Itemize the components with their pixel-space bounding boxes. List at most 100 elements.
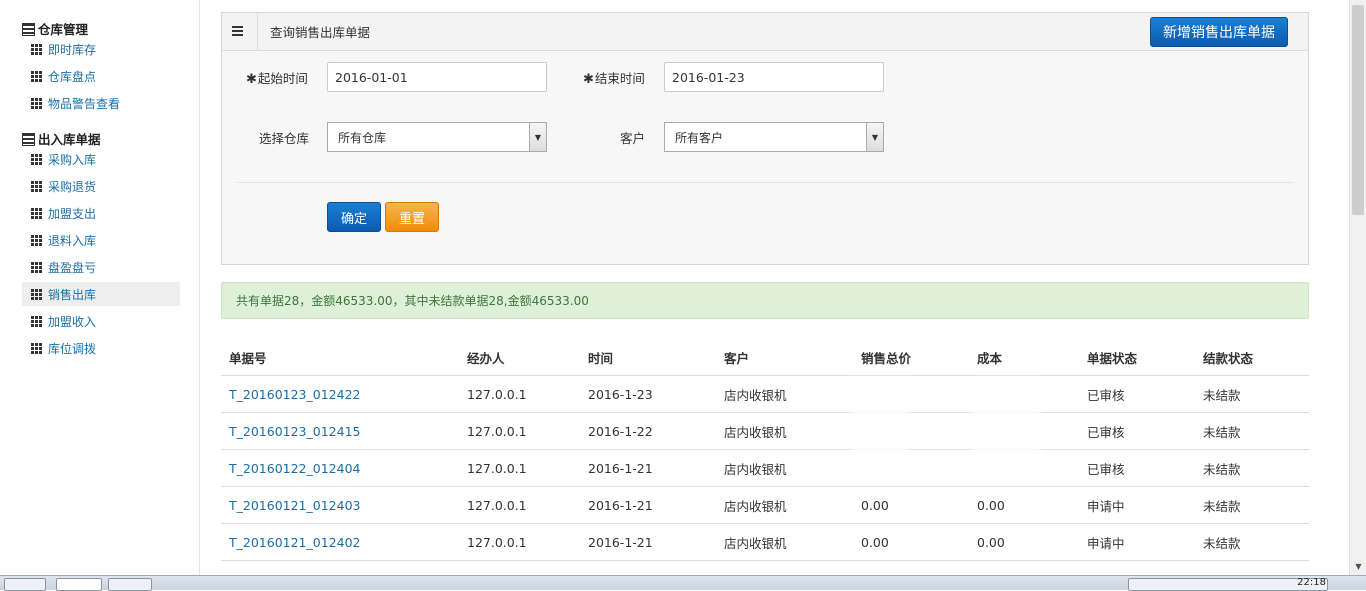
page-scrollbar[interactable]: ▼ [1349,0,1366,575]
sidebar-item-label: 加盟收入 [48,314,97,329]
sidebar-item-inventory-check[interactable]: 仓库盘点 [22,64,180,88]
sidebar-item-material-return[interactable]: 退料入库 [22,228,180,252]
sidebar-item-label: 采购退货 [48,179,97,194]
cell: 2016-1-22 [588,423,653,439]
grid-icon [31,97,42,109]
divider [237,182,1293,183]
grid-icon [31,234,42,246]
required-star-icon: ✱ [246,72,257,87]
sidebar-section-warehouse: 仓库管理 [22,19,88,38]
sidebar-item-label: 采购入库 [48,152,97,167]
sidebar-item-label: 盘盈盘亏 [48,260,97,275]
sidebar-item-label: 退料入库 [48,233,97,248]
cell: 已审核 [1087,387,1125,403]
sidebar-item-sales-out[interactable]: 销售出库 [22,282,180,306]
clock: 22:18 [1297,577,1326,588]
grid-icon [31,70,42,82]
cell: 2016-1-21 [588,534,653,550]
sidebar-item-franchise-out[interactable]: 加盟支出 [22,201,180,225]
document-number-link[interactable]: T_20160121_012403 [221,498,459,513]
end-time-input[interactable]: 2016-01-23 [664,62,884,92]
warehouse-label: 选择仓库 [259,131,310,146]
cell: 未结款 [1203,535,1241,551]
cell: 未结款 [1203,461,1241,477]
summary-alert: 共有单据28，金额46533.00，其中未结款单据28,金额46533.00 [221,282,1309,319]
cell: 已审核 [1087,424,1125,440]
sidebar-item-franchise-in[interactable]: 加盟收入 [22,309,180,333]
table-row: T_20160121_012403 127.0.0.1 2016-1-21 店内… [221,487,1309,524]
sidebar-item-purchase-in[interactable]: 采购入库 [22,147,180,171]
customer-select[interactable]: 所有客户 ▼ [664,122,884,152]
cell: 2016-1-21 [588,497,653,513]
sidebar-item-profit-loss[interactable]: 盘盈盘亏 [22,255,180,279]
table-row: T_20160122_012404 127.0.0.1 2016-1-21 店内… [221,450,1309,487]
required-star-icon: ✱ [583,72,594,87]
sidebar-section-label: 仓库管理 [38,22,89,37]
cell: 店内收银机 [724,535,787,551]
start-time-label-text: 起始时间 [257,71,308,86]
sidebar-item-label: 即时库存 [48,42,97,57]
chevron-down-icon[interactable]: ▼ [1350,558,1366,575]
taskbar-start-button[interactable] [4,578,46,591]
redaction-blur [850,378,910,478]
reset-button[interactable]: 重置 [385,202,439,232]
column-header: 经办人 [467,350,505,366]
cell: 店内收银机 [724,461,787,477]
grid-icon [31,207,42,219]
cell: 店内收银机 [724,387,787,403]
cell: 127.0.0.1 [467,386,527,402]
end-time-label: ✱结束时间 [583,68,645,87]
cell: 申请中 [1087,498,1125,514]
sidebar-item-location-transfer[interactable]: 库位调拨 [22,336,180,360]
taskbar: 22:18 [0,575,1366,591]
column-header: 单据状态 [1087,350,1138,366]
cell: 未结款 [1203,387,1241,403]
cell: 127.0.0.1 [467,534,527,550]
confirm-button[interactable]: 确定 [327,202,381,232]
sidebar-item-label: 库位调拨 [48,341,97,356]
panel-header: 查询销售出库单据 新增销售出库单据 [222,12,1308,51]
warehouse-select[interactable]: 所有仓库 ▼ [327,122,547,152]
sales-out-table: 单据号 经办人 时间 客户 销售总价 成本 单据状态 结款状态 T_201601… [221,339,1309,561]
grid-icon [31,261,42,273]
cell: 127.0.0.1 [467,423,527,439]
sidebar-item-item-warnings[interactable]: 物品警告查看 [22,91,180,115]
customer-label: 客户 [620,131,646,146]
cell: 店内收银机 [724,498,787,514]
chevron-down-icon[interactable]: ▼ [529,123,546,151]
document-number-link[interactable]: T_20160123_012422 [221,387,459,402]
sidebar: 仓库管理 即时库存 仓库盘点 物品警告查看 出入库单据 采购入库 采购退货 加盟… [0,0,200,575]
document-number-link[interactable]: T_20160122_012404 [221,461,459,476]
sidebar-item-stock[interactable]: 即时库存 [22,37,180,61]
cell: 2016-1-21 [588,460,653,476]
end-time-label-text: 结束时间 [594,71,645,86]
add-sales-out-button[interactable]: 新增销售出库单据 [1150,17,1288,47]
chevron-down-icon[interactable]: ▼ [866,123,883,151]
panel-header-icon-box [222,12,258,51]
column-header: 销售总价 [861,350,912,366]
column-header: 单据号 [229,350,267,366]
start-time-input[interactable]: 2016-01-01 [327,62,547,92]
panel-title: 查询销售出库单据 [270,25,371,40]
scrollbar-thumb[interactable] [1352,5,1364,215]
cell: 2016-1-23 [588,386,653,402]
table-row: T_20160123_012415 127.0.0.1 2016-1-22 店内… [221,413,1309,450]
cell: 0.00 [861,534,889,550]
taskbar-folder-button[interactable] [108,578,152,591]
warehouse-select-value: 所有仓库 [338,130,387,145]
list-icon [22,133,35,146]
cell: 0.00 [977,534,1005,550]
cell: 申请中 [1087,535,1125,551]
customer-select-value: 所有客户 [675,130,724,145]
column-header: 结款状态 [1203,350,1254,366]
cell: 127.0.0.1 [467,497,527,513]
document-number-link[interactable]: T_20160121_012402 [221,535,459,550]
taskbar-browser-button[interactable] [56,578,102,591]
sidebar-item-purchase-return[interactable]: 采购退货 [22,174,180,198]
sidebar-section-label: 出入库单据 [38,132,101,147]
grid-icon [31,180,42,192]
column-header: 客户 [724,350,750,366]
redaction-blur [972,378,1042,478]
document-number-link[interactable]: T_20160123_012415 [221,424,459,439]
start-time-label: ✱起始时间 [246,68,308,87]
